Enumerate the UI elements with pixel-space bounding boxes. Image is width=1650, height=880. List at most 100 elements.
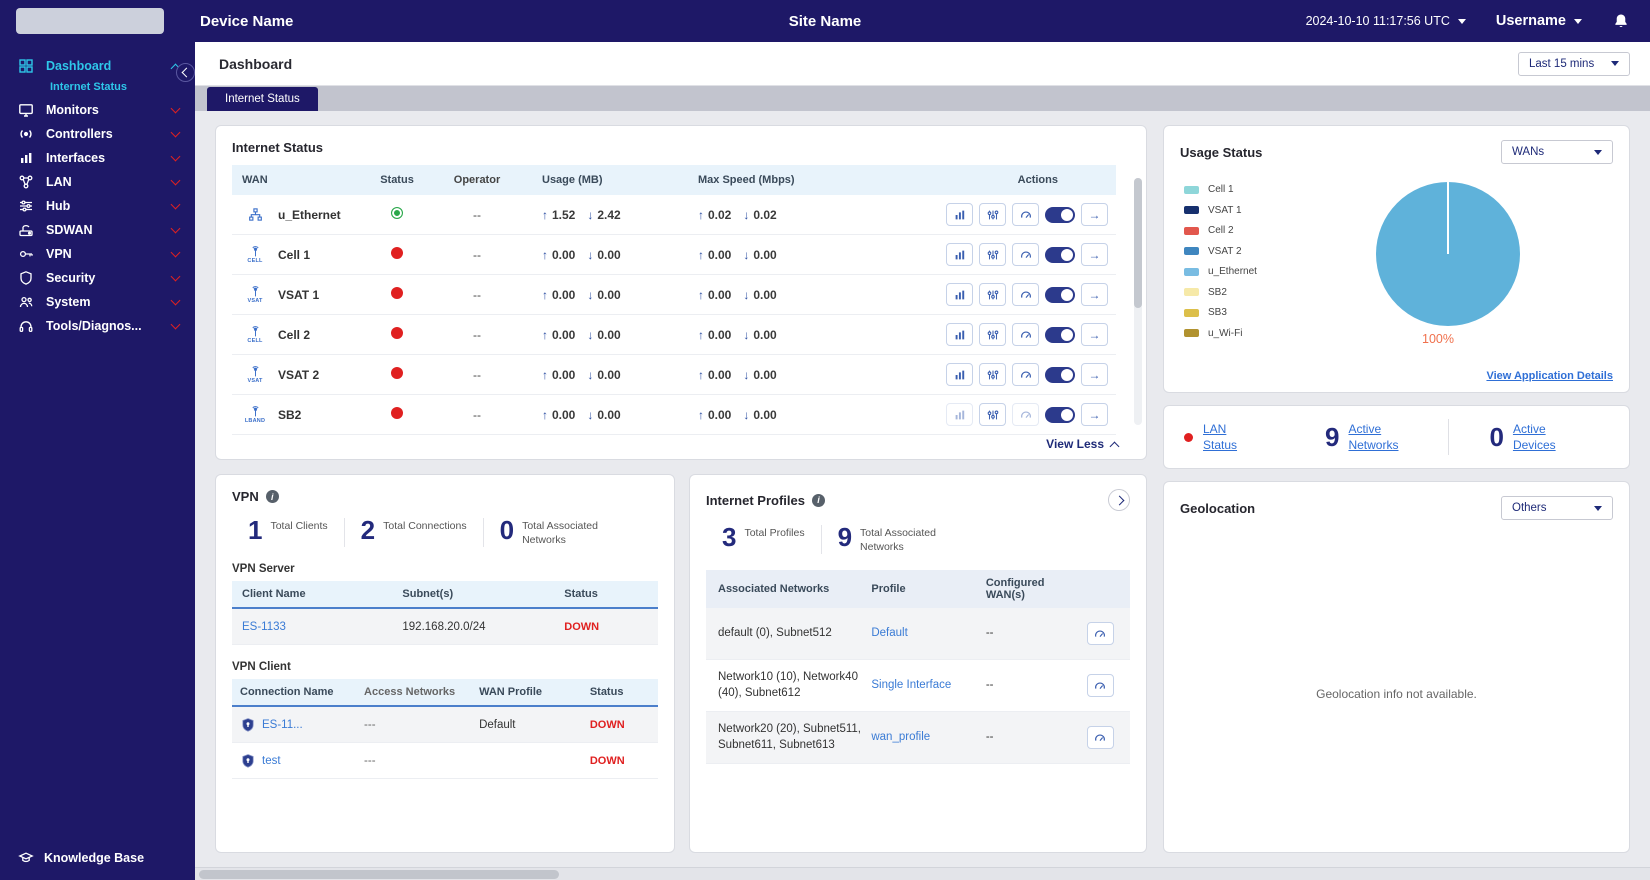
configured-wans: -- [985, 627, 994, 640]
speedtest-button[interactable] [1012, 403, 1039, 426]
legend-item: VSAT 2 [1184, 246, 1257, 257]
usage-chart-button[interactable] [946, 203, 973, 226]
legend-swatch [1184, 308, 1199, 317]
lan-status-link[interactable]: LAN Status [1203, 421, 1263, 453]
wan-settings-button[interactable] [979, 283, 1006, 306]
table-scrollbar[interactable] [1134, 178, 1142, 425]
sidebar-item-dashboard[interactable]: Dashboard [0, 54, 195, 78]
wan-enable-toggle[interactable] [1045, 406, 1075, 423]
wan-settings-button[interactable] [979, 243, 1006, 266]
sidebar-item-sdwan[interactable]: SDWAN [0, 218, 195, 242]
usage-scope-dropdown[interactable]: WANs [1501, 140, 1613, 164]
active-devices-link[interactable]: Active Devices [1513, 421, 1569, 453]
speedtest-button[interactable] [1012, 203, 1039, 226]
time-range-dropdown[interactable]: Last 15 mins [1518, 51, 1630, 76]
sidebar-item-tools-diagnostics[interactable]: Tools/Diagnos... [0, 314, 195, 338]
legend-label: VSAT 1 [1208, 204, 1242, 216]
status-dot [391, 327, 403, 339]
chevron-down-icon [170, 175, 181, 186]
chevron-down-icon [170, 151, 181, 162]
profile-link[interactable]: wan_profile [871, 730, 985, 746]
site-name: Site Name [788, 12, 862, 30]
sidebar-item-interfaces[interactable]: Interfaces [0, 146, 195, 170]
knowledge-base-link[interactable]: Knowledge Base [0, 850, 195, 866]
sidebar-item-vpn[interactable]: VPN [0, 242, 195, 266]
sidebar-item-label: Monitors [46, 103, 99, 117]
legend-item: SB3 [1184, 307, 1257, 318]
scrollbar-thumb[interactable] [199, 870, 559, 879]
wan-enable-toggle[interactable] [1045, 246, 1075, 263]
usage-scope-value: WANs [1512, 146, 1545, 158]
geolocation-dropdown[interactable]: Others [1501, 496, 1613, 520]
sidebar-item-security[interactable]: Security [0, 266, 195, 290]
sidebar-item-monitors[interactable]: Monitors [0, 98, 195, 122]
user-menu[interactable]: Username [1496, 13, 1582, 29]
legend-label: Cell 2 [1208, 225, 1234, 236]
usage-chart-button[interactable] [946, 323, 973, 346]
speedtest-button[interactable] [1012, 323, 1039, 346]
sidebar-item-system[interactable]: System [0, 290, 195, 314]
wan-settings-button[interactable] [979, 363, 1006, 386]
profile-speedtest-button[interactable] [1086, 726, 1114, 750]
wan-detail-arrow-button[interactable]: → [1081, 323, 1108, 346]
wan-detail-arrow-button[interactable]: → [1081, 403, 1108, 426]
usage-chart-button[interactable] [946, 403, 973, 426]
main-area: Dashboard Last 15 mins Internet Status I… [195, 42, 1650, 880]
sidebar-item-hub[interactable]: Hub [0, 194, 195, 218]
scrollbar-thumb[interactable] [1134, 178, 1142, 308]
download-arrow-icon: ↓ [587, 287, 594, 302]
view-application-details-link[interactable]: View Application Details [1486, 370, 1613, 382]
download-arrow-icon: ↓ [587, 407, 594, 422]
wan-table-row: u_Ethernet -- ↑ 1.52 ↓ 2.42 ↑ 0.02 ↓ 0.0… [232, 195, 1116, 235]
usage-chart-button[interactable] [946, 283, 973, 306]
wan-detail-arrow-button[interactable]: → [1081, 283, 1108, 306]
wan-enable-toggle[interactable] [1045, 286, 1075, 303]
vpn-connection-link[interactable]: test [262, 755, 281, 767]
speedtest-button[interactable] [1012, 283, 1039, 306]
info-icon[interactable]: i [811, 493, 825, 507]
profile-speedtest-button[interactable] [1086, 674, 1114, 698]
wan-detail-arrow-button[interactable]: → [1081, 363, 1108, 386]
wan-enable-toggle[interactable] [1045, 206, 1075, 223]
active-networks-link[interactable]: Active Networks [1348, 421, 1410, 453]
tab-internet-status[interactable]: Internet Status [207, 87, 318, 111]
wan-settings-button[interactable] [979, 323, 1006, 346]
knowledge-base-label: Knowledge Base [44, 851, 145, 865]
vpn-access-networks: --- [364, 718, 376, 731]
bell-icon[interactable] [1612, 12, 1630, 30]
profile-speedtest-button[interactable] [1086, 622, 1114, 646]
usage-chart-button[interactable] [946, 243, 973, 266]
col-actions: Actions [1017, 174, 1058, 186]
sidebar-item-controllers[interactable]: Controllers [0, 122, 195, 146]
legend-label: u_Wi-Fi [1208, 327, 1243, 339]
profile-link[interactable]: Single Interface [871, 678, 985, 694]
vpn-server-row: ES-1133 192.168.20.0/24 DOWN [232, 609, 658, 646]
profile-link[interactable]: Default [871, 626, 985, 642]
col-operator: Operator [453, 174, 501, 186]
info-icon[interactable]: i [265, 490, 279, 503]
horizontal-scrollbar[interactable] [195, 867, 1650, 880]
wan-detail-arrow-button[interactable]: → [1081, 203, 1108, 226]
speedtest-button[interactable] [1012, 243, 1039, 266]
legend-swatch [1184, 329, 1199, 337]
col-max-speed: Max Speed (Mbps) [698, 174, 795, 186]
sidebar-item-internet-status[interactable]: Internet Status [0, 78, 195, 98]
profiles-next-button[interactable] [1108, 489, 1130, 511]
wan-detail-arrow-button[interactable]: → [1081, 243, 1108, 266]
wan-settings-button[interactable] [979, 403, 1006, 426]
vpn-stats: 1 Total Clients 2 Total Connections 0 To… [232, 517, 658, 548]
wan-enable-toggle[interactable] [1045, 326, 1075, 343]
vpn-client-name-link[interactable]: ES-1133 [232, 621, 402, 633]
wan-settings-button[interactable] [979, 203, 1006, 226]
vpn-connection-link[interactable]: ES-11... [262, 719, 303, 731]
arrow-right-icon: → [1088, 367, 1101, 382]
sidebar-item-lan[interactable]: LAN [0, 170, 195, 194]
sidebar-collapse-button[interactable] [176, 63, 195, 82]
usage-chart-button[interactable] [946, 363, 973, 386]
sidebar-item-label: Interfaces [46, 151, 106, 165]
speedtest-button[interactable] [1012, 363, 1039, 386]
datetime-dropdown[interactable]: 2024-10-10 11:17:56 UTC [1306, 14, 1466, 28]
dashboard-icon [19, 59, 33, 73]
wan-enable-toggle[interactable] [1045, 366, 1075, 383]
view-less-link[interactable]: View Less [1046, 437, 1120, 451]
